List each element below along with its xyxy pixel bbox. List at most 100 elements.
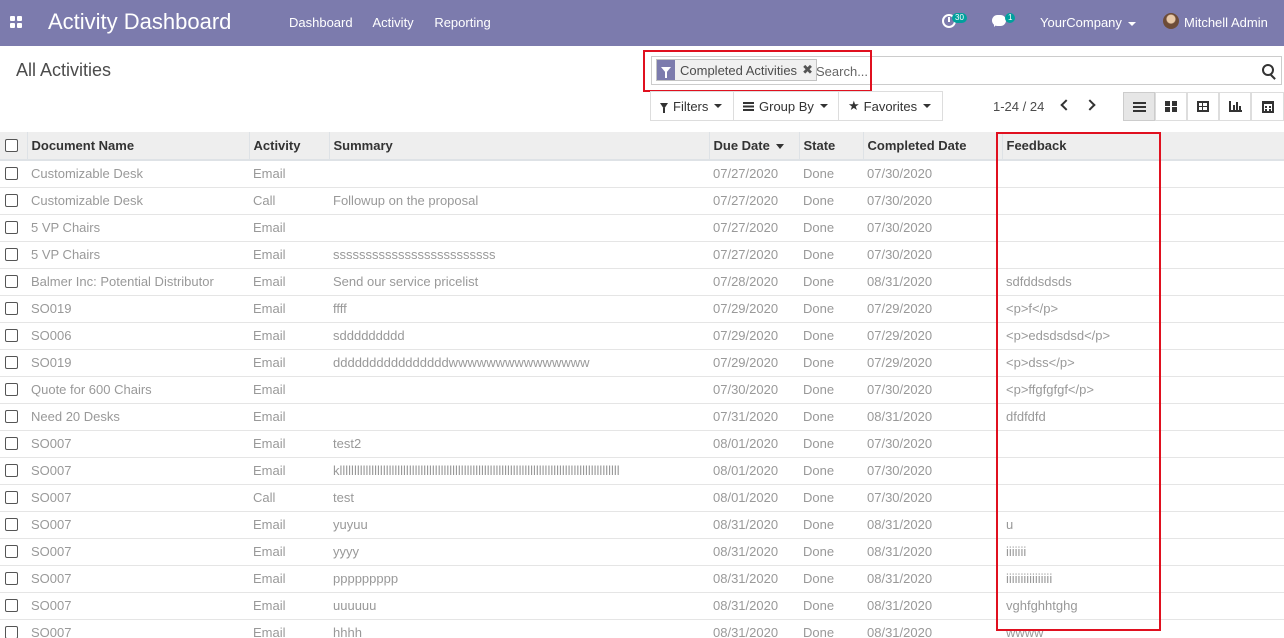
cell-due-date: 08/31/2020 bbox=[709, 591, 799, 619]
table-row[interactable]: 5 VP Chairs Email 07/27/2020 Done 07/30/2020 bbox=[0, 213, 1284, 241]
menu-reporting[interactable]: Reporting bbox=[434, 15, 490, 30]
search-icon[interactable] bbox=[1262, 64, 1274, 76]
cell-activity: Email bbox=[249, 537, 329, 565]
list-view-button[interactable] bbox=[1123, 92, 1155, 121]
row-checkbox[interactable] bbox=[5, 275, 18, 288]
cell-activity: Call bbox=[249, 483, 329, 511]
table-row[interactable]: Customizable Desk Email 07/27/2020 Done 07/3… bbox=[0, 159, 1284, 187]
messages-icon[interactable] bbox=[992, 15, 1006, 27]
calendar-view-button[interactable] bbox=[1251, 92, 1284, 121]
column-header-document-name[interactable]: Document Name bbox=[26, 132, 249, 161]
group-by-button[interactable]: Group By bbox=[733, 91, 839, 121]
row-checkbox[interactable] bbox=[5, 329, 18, 342]
table-row[interactable]: Need 20 Desks Email 07/31/2020 Done 08/31/20… bbox=[0, 402, 1284, 430]
table-row[interactable]: SO007 Email yyyy 08/31/2020 Done 08/31/2020 ii… bbox=[0, 537, 1284, 565]
table-row[interactable]: SO007 Call test 08/01/2020 Done 07/30/2020 bbox=[0, 483, 1284, 511]
pager-next-icon[interactable] bbox=[1084, 99, 1096, 111]
chevron-down-icon bbox=[1127, 21, 1136, 26]
cell-summary: ddddddddddddddddwwwwwwwwwwwwwww bbox=[329, 348, 709, 376]
row-checkbox[interactable] bbox=[5, 383, 18, 396]
row-checkbox[interactable] bbox=[5, 410, 18, 423]
user-menu[interactable]: Mitchell Admin bbox=[1184, 15, 1268, 30]
pivot-view-button[interactable] bbox=[1187, 92, 1219, 121]
cell-summary: Followup on the proposal bbox=[329, 186, 709, 214]
column-header-feedback[interactable]: Feedback bbox=[1001, 132, 1284, 161]
column-header-summary[interactable]: Summary bbox=[328, 132, 709, 161]
kanban-view-button[interactable] bbox=[1155, 92, 1187, 121]
pager-previous-icon[interactable] bbox=[1060, 99, 1072, 111]
cell-state: Done bbox=[799, 402, 863, 430]
table-row[interactable]: Balmer Inc: Potential Distributor Email Se… bbox=[0, 267, 1284, 295]
search-facet[interactable]: Completed Activities ✖ bbox=[656, 59, 817, 81]
row-checkbox[interactable] bbox=[5, 194, 18, 207]
cell-summary: sssssssssssssssssssssssss bbox=[329, 240, 709, 268]
menu-dashboard[interactable]: Dashboard bbox=[289, 15, 353, 30]
row-checkbox[interactable] bbox=[5, 464, 18, 477]
column-header-activity[interactable]: Activity bbox=[248, 132, 329, 161]
table-row[interactable]: SO019 Email ffff 07/29/2020 Done 07/29/2020 <p… bbox=[0, 294, 1284, 322]
menu-activity[interactable]: Activity bbox=[373, 15, 414, 30]
row-checkbox[interactable] bbox=[5, 356, 18, 369]
cell-document-name: SO007 bbox=[27, 510, 249, 538]
company-switcher[interactable]: YourCompany bbox=[1040, 15, 1136, 30]
activities-list: Document Name Activity Summary Due Date … bbox=[0, 132, 1284, 638]
row-select-cell bbox=[0, 456, 27, 484]
search-input[interactable] bbox=[816, 62, 1236, 80]
cell-completed-date: 07/30/2020 bbox=[863, 375, 1002, 403]
favorites-button[interactable]: ★ Favorites bbox=[838, 91, 943, 121]
table-row[interactable]: SO007 Email klllllllllllllllllllllllllllll… bbox=[0, 456, 1284, 484]
table-row[interactable]: SO007 Email yuyuu 08/31/2020 Done 08/31/2020 u bbox=[0, 510, 1284, 538]
cell-activity: Call bbox=[249, 186, 329, 214]
row-checkbox[interactable] bbox=[5, 437, 18, 450]
row-checkbox[interactable] bbox=[5, 572, 18, 585]
cell-summary: yuyuu bbox=[329, 510, 709, 538]
cell-feedback bbox=[1002, 240, 1284, 268]
column-header-completed-date[interactable]: Completed Date bbox=[862, 132, 1002, 161]
row-checkbox[interactable] bbox=[5, 599, 18, 612]
pager-value[interactable]: 1-24 / 24 bbox=[993, 99, 1044, 114]
table-row[interactable]: SO007 Email test2 08/01/2020 Done 07/30/2020 bbox=[0, 429, 1284, 457]
cell-state: Done bbox=[799, 294, 863, 322]
apps-menu-icon[interactable] bbox=[10, 16, 22, 28]
user-avatar[interactable] bbox=[1163, 13, 1179, 29]
table-row[interactable]: SO007 Email hhhh 08/31/2020 Done 08/31/2020 ww… bbox=[0, 618, 1284, 638]
filters-button[interactable]: Filters bbox=[650, 91, 734, 121]
row-checkbox[interactable] bbox=[5, 518, 18, 531]
table-row[interactable]: Quote for 600 Chairs Email 07/30/2020 Done 0… bbox=[0, 375, 1284, 403]
pivot-view-icon bbox=[1197, 101, 1209, 112]
cell-feedback bbox=[1002, 429, 1284, 457]
cell-feedback bbox=[1002, 159, 1284, 187]
row-checkbox[interactable] bbox=[5, 491, 18, 504]
row-checkbox[interactable] bbox=[5, 302, 18, 315]
row-select-cell bbox=[0, 402, 27, 430]
table-row[interactable]: 5 VP Chairs Email ssssssssssssssssssssssss… bbox=[0, 240, 1284, 268]
table-row[interactable]: SO006 Email sddddddddd 07/29/2020 Done 07/29/… bbox=[0, 321, 1284, 349]
row-checkbox[interactable] bbox=[5, 545, 18, 558]
cell-state: Done bbox=[799, 213, 863, 241]
select-all-checkbox[interactable] bbox=[5, 139, 18, 152]
table-row[interactable]: SO019 Email ddddddddddddddddwwwwwwwwwwwwww… bbox=[0, 348, 1284, 376]
cell-summary: test2 bbox=[329, 429, 709, 457]
cell-completed-date: 07/30/2020 bbox=[863, 456, 1002, 484]
table-row[interactable]: Customizable Desk Call Followup on the pro… bbox=[0, 186, 1284, 214]
column-header-due-date[interactable]: Due Date bbox=[708, 132, 799, 161]
column-header-state[interactable]: State bbox=[798, 132, 863, 161]
cell-due-date: 07/29/2020 bbox=[709, 321, 799, 349]
graph-view-button[interactable] bbox=[1219, 92, 1251, 121]
row-checkbox[interactable] bbox=[5, 221, 18, 234]
cell-feedback bbox=[1002, 186, 1284, 214]
row-checkbox[interactable] bbox=[5, 167, 18, 181]
cell-due-date: 08/31/2020 bbox=[709, 564, 799, 592]
cell-due-date: 07/27/2020 bbox=[709, 159, 799, 187]
cell-due-date: 08/31/2020 bbox=[709, 510, 799, 538]
cell-feedback: wwww bbox=[1002, 618, 1284, 638]
facet-remove-icon[interactable]: ✖ bbox=[802, 62, 816, 78]
table-row[interactable]: SO007 Email uuuuuu 08/31/2020 Done 08/31/2020… bbox=[0, 591, 1284, 619]
row-checkbox[interactable] bbox=[5, 626, 18, 638]
cell-document-name: SO007 bbox=[27, 429, 249, 457]
row-checkbox[interactable] bbox=[5, 248, 18, 261]
table-row[interactable]: SO007 Email ppppppppp 08/31/2020 Done 08/31/2… bbox=[0, 564, 1284, 592]
main-menu: Dashboard Activity Reporting bbox=[289, 15, 508, 30]
cell-activity: Email bbox=[249, 294, 329, 322]
row-select-cell bbox=[0, 321, 27, 349]
